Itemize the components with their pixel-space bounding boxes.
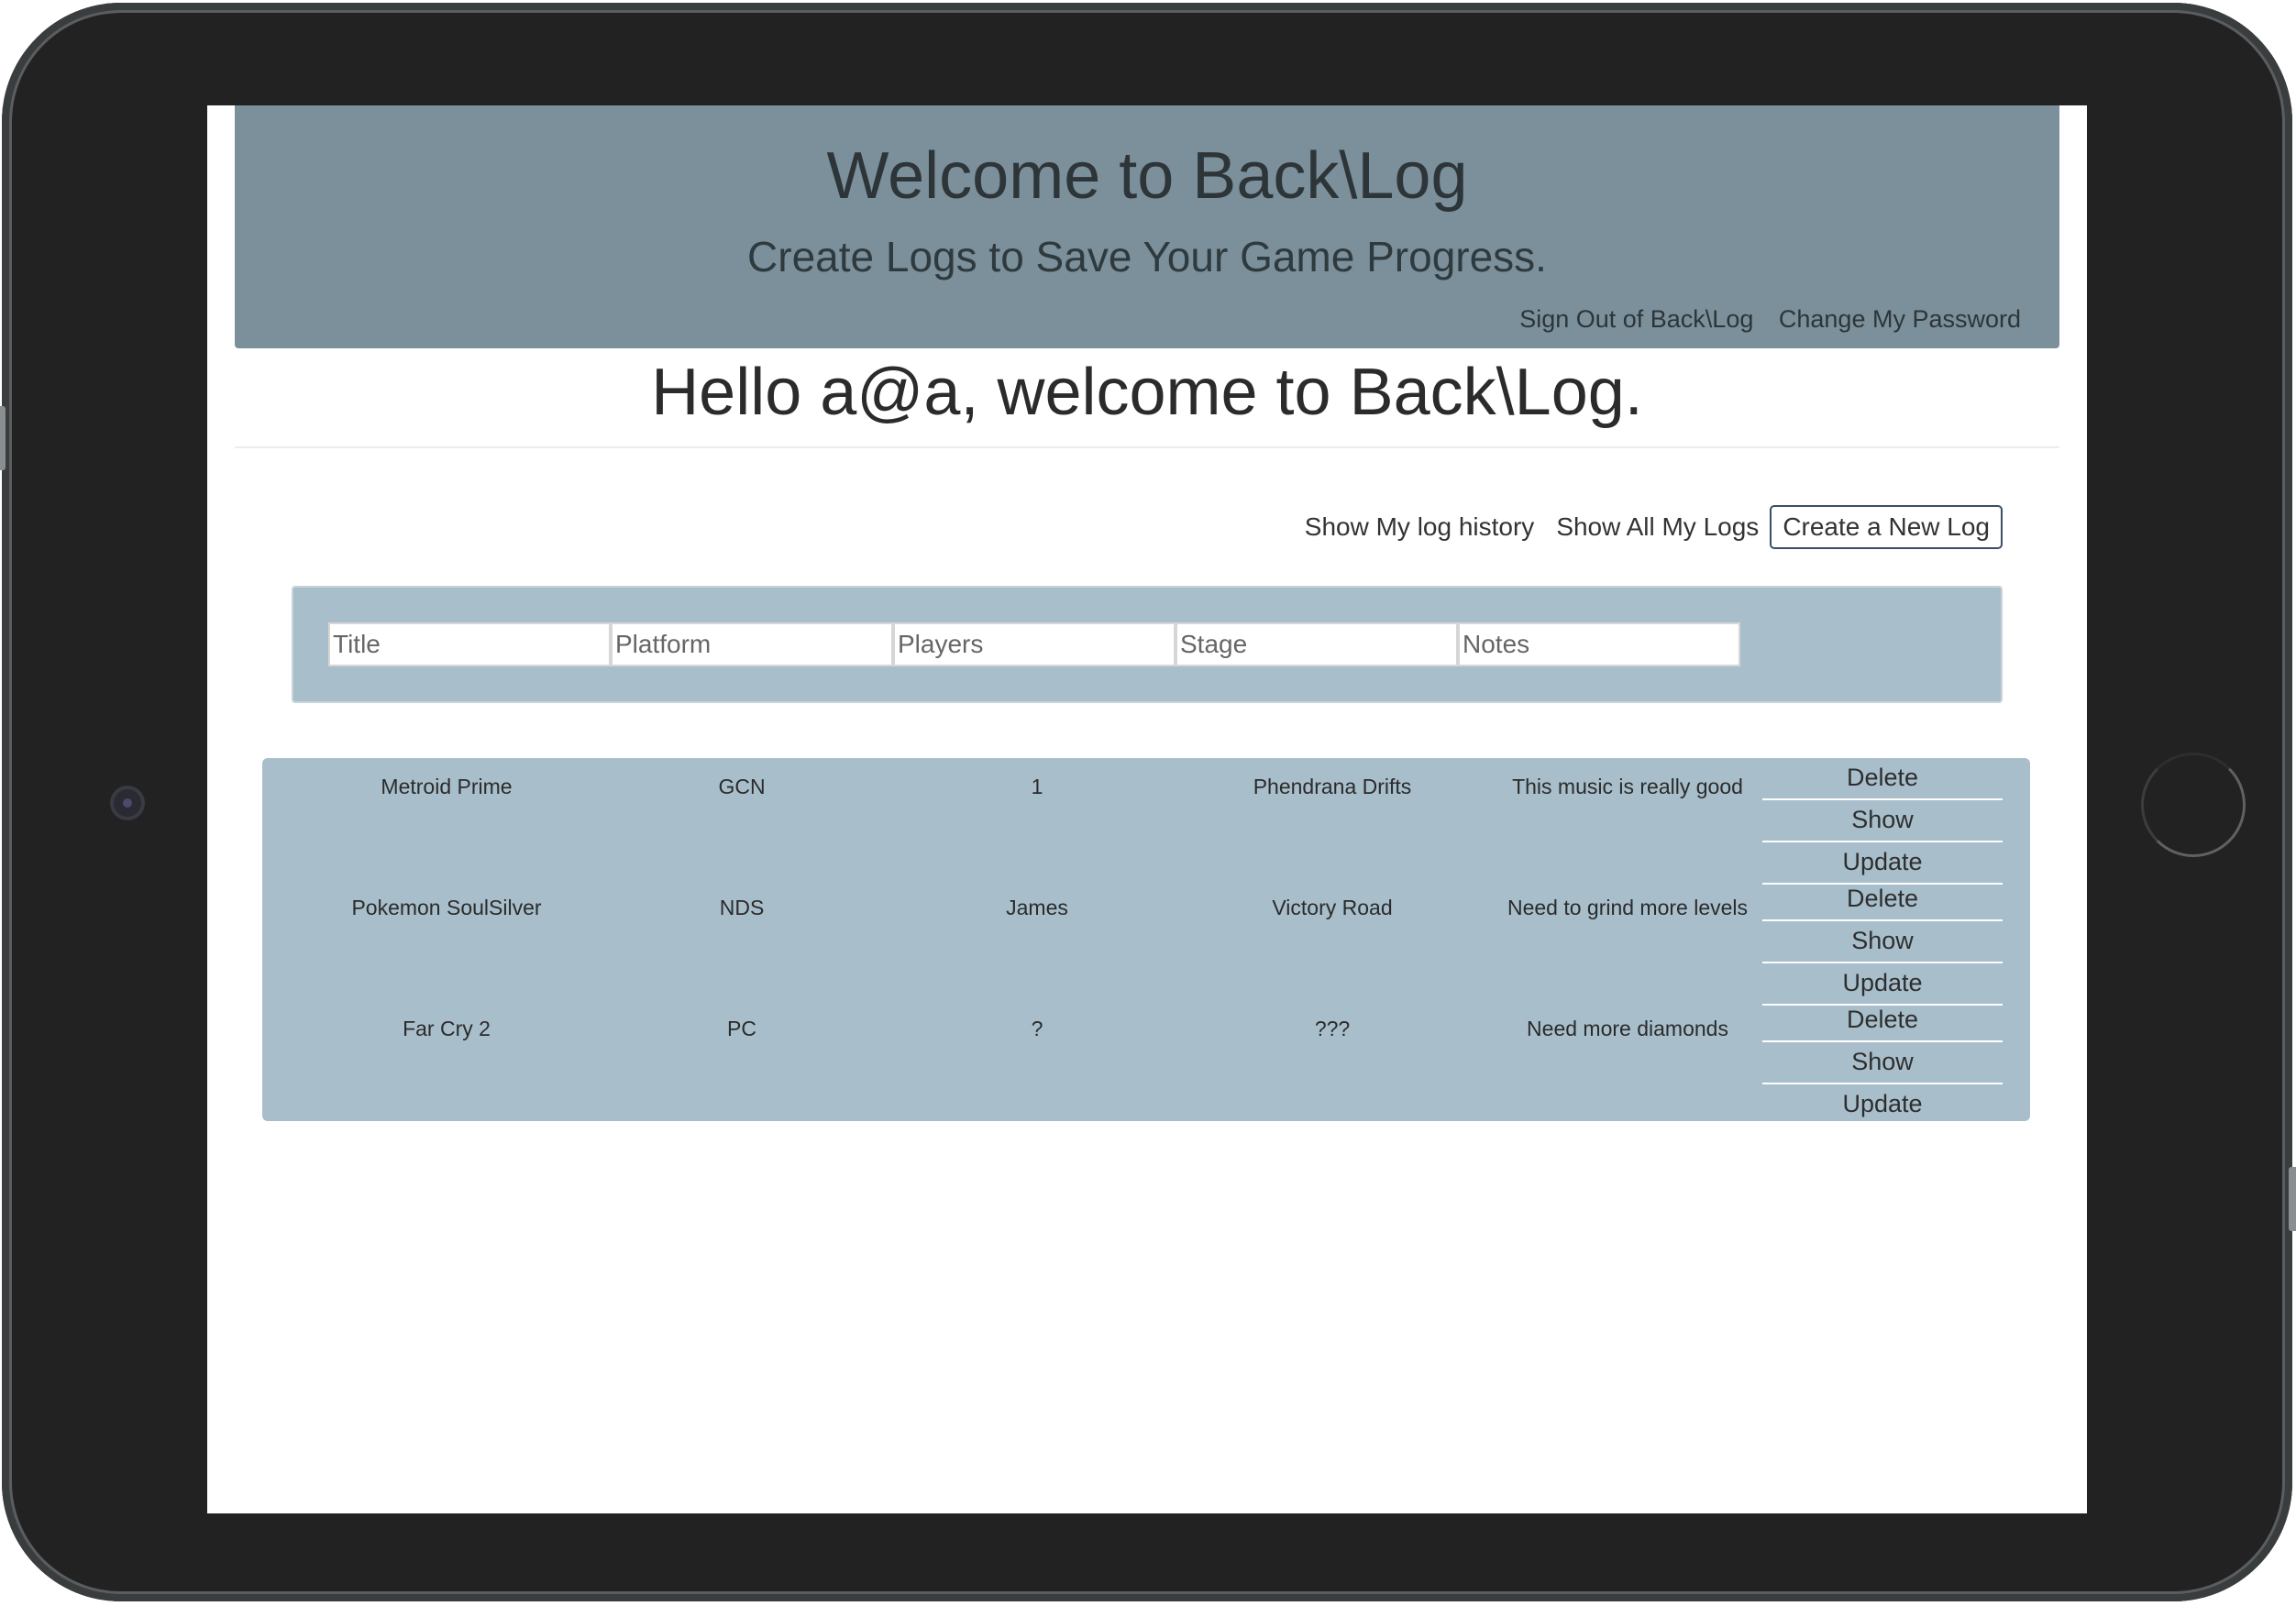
- notes-cell: This music is really good: [1512, 775, 1743, 798]
- players-cell: James: [1006, 896, 1068, 919]
- notes-input[interactable]: [1458, 622, 1740, 666]
- title-cell: Metroid Prime: [381, 775, 513, 798]
- players-input[interactable]: [893, 622, 1176, 666]
- stage-cell: Phendrana Drifts: [1253, 775, 1412, 798]
- app-screen: Welcome to Back\Log Create Logs to Save …: [207, 105, 2087, 1513]
- show-button[interactable]: Show: [1762, 800, 2003, 842]
- site-subtitle: Create Logs to Save Your Game Progress.: [747, 233, 1547, 280]
- title-input[interactable]: [328, 622, 611, 666]
- row-actions: Delete Show Update: [1762, 879, 2003, 1006]
- players-cell: ?: [1031, 1017, 1043, 1040]
- new-log-form: [292, 586, 2003, 703]
- side-button: [2289, 1167, 2296, 1231]
- sign-out-link[interactable]: Sign Out of Back\Log: [1519, 305, 1753, 333]
- platform-cell: PC: [727, 1017, 756, 1040]
- platform-input[interactable]: [611, 622, 893, 666]
- update-button[interactable]: Update: [1762, 1084, 2003, 1127]
- show-history-link[interactable]: Show My log history: [1305, 512, 1535, 542]
- logs-table: Metroid Prime GCN 1 Phendrana Drifts Thi…: [262, 758, 2030, 1127]
- stage-cell: Victory Road: [1272, 896, 1393, 919]
- row-actions: Delete Show Update: [1762, 1000, 2003, 1127]
- create-log-button[interactable]: Create a New Log: [1770, 505, 2003, 549]
- greeting-heading: Hello a@a, welcome to Back\Log.: [651, 356, 1643, 429]
- site-header: Welcome to Back\Log Create Logs to Save …: [235, 105, 2059, 348]
- camera-icon: [114, 789, 141, 817]
- table-row: Far Cry 2 PC ? ??? Need more diamonds De…: [262, 1000, 2030, 1127]
- stage-cell: ???: [1314, 1017, 1351, 1040]
- title-cell: Far Cry 2: [403, 1017, 491, 1040]
- show-all-logs-link[interactable]: Show All My Logs: [1556, 512, 1759, 542]
- platform-cell: NDS: [719, 896, 765, 919]
- row-actions: Delete Show Update: [1762, 758, 2003, 885]
- log-actions: Show My log history Show All My Logs Cre…: [1283, 505, 2003, 549]
- table-row: Metroid Prime GCN 1 Phendrana Drifts Thi…: [262, 758, 2030, 885]
- notes-cell: Need more diamonds: [1527, 1017, 1728, 1040]
- title-cell: Pokemon SoulSilver: [351, 896, 542, 919]
- table-row: Pokemon SoulSilver NDS James Victory Roa…: [262, 879, 2030, 1006]
- volume-button: [0, 406, 6, 470]
- players-cell: 1: [1031, 775, 1043, 798]
- show-button[interactable]: Show: [1762, 921, 2003, 963]
- change-password-link[interactable]: Change My Password: [1779, 305, 2021, 333]
- header-nav: Sign Out of Back\Log Change My Password: [1501, 305, 2021, 334]
- stage-input[interactable]: [1176, 622, 1458, 666]
- home-button[interactable]: [2141, 753, 2246, 857]
- show-button[interactable]: Show: [1762, 1042, 2003, 1084]
- site-title: Welcome to Back\Log: [826, 139, 1468, 213]
- delete-button[interactable]: Delete: [1762, 758, 2003, 800]
- delete-button[interactable]: Delete: [1762, 879, 2003, 921]
- divider: [235, 446, 2059, 448]
- notes-cell: Need to grind more levels: [1507, 896, 1749, 919]
- delete-button[interactable]: Delete: [1762, 1000, 2003, 1042]
- tablet-frame: Welcome to Back\Log Create Logs to Save …: [0, 3, 2296, 1601]
- platform-cell: GCN: [718, 775, 766, 798]
